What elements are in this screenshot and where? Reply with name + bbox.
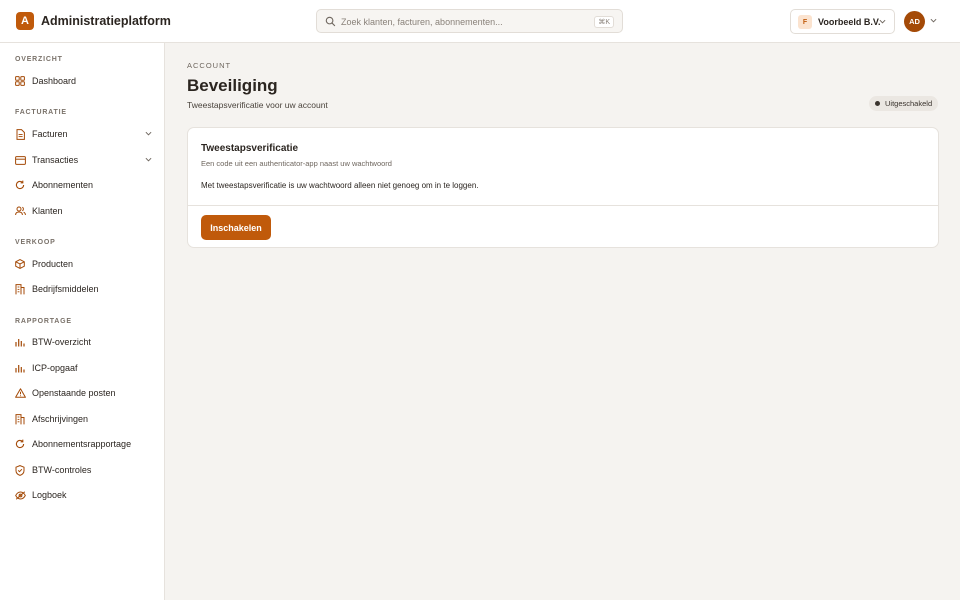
search-placeholder: Zoek klanten, facturen, abonnementen... bbox=[341, 17, 503, 27]
sidebar-item-producten[interactable]: Producten bbox=[8, 253, 158, 275]
sidebar-item-label: Openstaande posten bbox=[32, 388, 116, 398]
top-bar: A Administratieplatform Zoek klanten, fa… bbox=[0, 0, 960, 43]
sidebar-item-openstaande-posten[interactable]: Openstaande posten bbox=[8, 382, 158, 404]
sidebar-item-klanten[interactable]: Klanten bbox=[8, 200, 158, 222]
section-label-verkoop: VERKOOP bbox=[15, 239, 56, 246]
sidebar-item-label: Transacties bbox=[32, 155, 79, 165]
sidebar-item-label: Abonnementen bbox=[32, 180, 94, 190]
sidebar-item-label: Abonnementsrapportage bbox=[32, 439, 132, 449]
sidebar-item-icp-opgaaf[interactable]: ICP-opgaaf bbox=[8, 357, 158, 379]
enable-button[interactable]: Inschakelen bbox=[201, 215, 271, 240]
sidebar-item-label: BTW-overzicht bbox=[32, 337, 91, 347]
shield-check-icon bbox=[15, 464, 25, 476]
card-icon bbox=[14, 155, 26, 165]
search-shortcut: ⌘K bbox=[594, 16, 614, 28]
sidebar-item-label: Afschrijvingen bbox=[32, 414, 89, 424]
building-icon bbox=[15, 413, 25, 424]
page-subtitle: Tweestapsverificatie voor uw account bbox=[187, 100, 328, 110]
sidebar-item-label: Facturen bbox=[32, 129, 68, 139]
app-logo[interactable]: A bbox=[16, 12, 34, 30]
sidebar-item-label: ICP-opgaaf bbox=[32, 363, 78, 373]
building-icon bbox=[15, 283, 25, 294]
chevron-down-icon[interactable] bbox=[145, 157, 152, 162]
sidebar-item-label: Klanten bbox=[32, 206, 63, 216]
card-description: Een code uit een authenticator-app naast… bbox=[201, 159, 392, 168]
chevron-down-icon[interactable] bbox=[145, 131, 152, 136]
sidebar: OVERZICHT Dashboard FACTURATIE Facturen … bbox=[0, 43, 165, 600]
card-body-text: Met tweestapsverificatie is uw wachtwoor… bbox=[201, 181, 479, 190]
section-label-rapportage: RAPPORTAGE bbox=[15, 318, 72, 325]
card-divider bbox=[188, 205, 938, 206]
grid-icon bbox=[15, 76, 25, 86]
section-label-overzicht: OVERZICHT bbox=[15, 56, 63, 63]
app-title[interactable]: Administratieplatform bbox=[41, 14, 171, 28]
page-title: Beveiliging bbox=[187, 76, 278, 95]
bar-chart-icon bbox=[15, 364, 25, 372]
section-label-facturatie: FACTURATIE bbox=[15, 109, 67, 116]
refresh-icon bbox=[15, 180, 25, 190]
sidebar-item-abonnementsrapportage[interactable]: Abonnementsrapportage bbox=[8, 433, 158, 455]
eye-off-icon bbox=[14, 490, 26, 500]
chevron-down-icon[interactable] bbox=[930, 18, 937, 23]
refresh-icon bbox=[15, 439, 25, 449]
document-icon bbox=[16, 128, 25, 140]
sidebar-item-btw-overzicht[interactable]: BTW-overzicht bbox=[8, 331, 158, 353]
chevron-down-icon bbox=[879, 19, 886, 24]
org-badge: F bbox=[798, 15, 812, 29]
sidebar-item-label: Logboek bbox=[32, 490, 67, 500]
box-icon bbox=[15, 259, 25, 269]
bar-chart-icon bbox=[15, 338, 25, 346]
warning-icon bbox=[14, 388, 26, 398]
org-switcher[interactable]: F Voorbeeld B.V. bbox=[790, 9, 895, 34]
two-factor-card: Tweestapsverificatie Een code uit een au… bbox=[187, 127, 939, 248]
sidebar-item-dashboard[interactable]: Dashboard bbox=[8, 70, 158, 92]
main-content: ACCOUNT Beveiliging Tweestapsverificatie… bbox=[165, 43, 960, 600]
sidebar-item-label: BTW-controles bbox=[32, 465, 92, 475]
card-title: Tweestapsverificatie bbox=[201, 143, 299, 154]
sidebar-item-label: Dashboard bbox=[32, 76, 77, 86]
search-icon bbox=[325, 16, 336, 27]
sidebar-item-facturen[interactable]: Facturen bbox=[8, 123, 158, 145]
sidebar-item-abonnementen[interactable]: Abonnementen bbox=[8, 174, 158, 196]
org-name: Voorbeeld B.V. bbox=[818, 17, 881, 27]
sidebar-item-afschrijvingen[interactable]: Afschrijvingen bbox=[8, 408, 158, 430]
sidebar-item-label: Bedrijfsmiddelen bbox=[32, 284, 99, 294]
breadcrumb: ACCOUNT bbox=[187, 61, 232, 70]
sidebar-item-transacties[interactable]: Transacties bbox=[8, 149, 158, 171]
sidebar-item-label: Producten bbox=[32, 259, 74, 269]
users-icon bbox=[14, 206, 26, 216]
sidebar-item-btw-controles[interactable]: BTW-controles bbox=[8, 459, 158, 481]
sidebar-item-logboek[interactable]: Logboek bbox=[8, 484, 158, 506]
search-input[interactable]: Zoek klanten, facturen, abonnementen... … bbox=[316, 9, 623, 33]
avatar[interactable]: AD bbox=[904, 11, 925, 32]
status-badge: Uitgeschakeld bbox=[869, 96, 939, 111]
sidebar-item-bedrijfsmiddelen[interactable]: Bedrijfsmiddelen bbox=[8, 278, 158, 300]
